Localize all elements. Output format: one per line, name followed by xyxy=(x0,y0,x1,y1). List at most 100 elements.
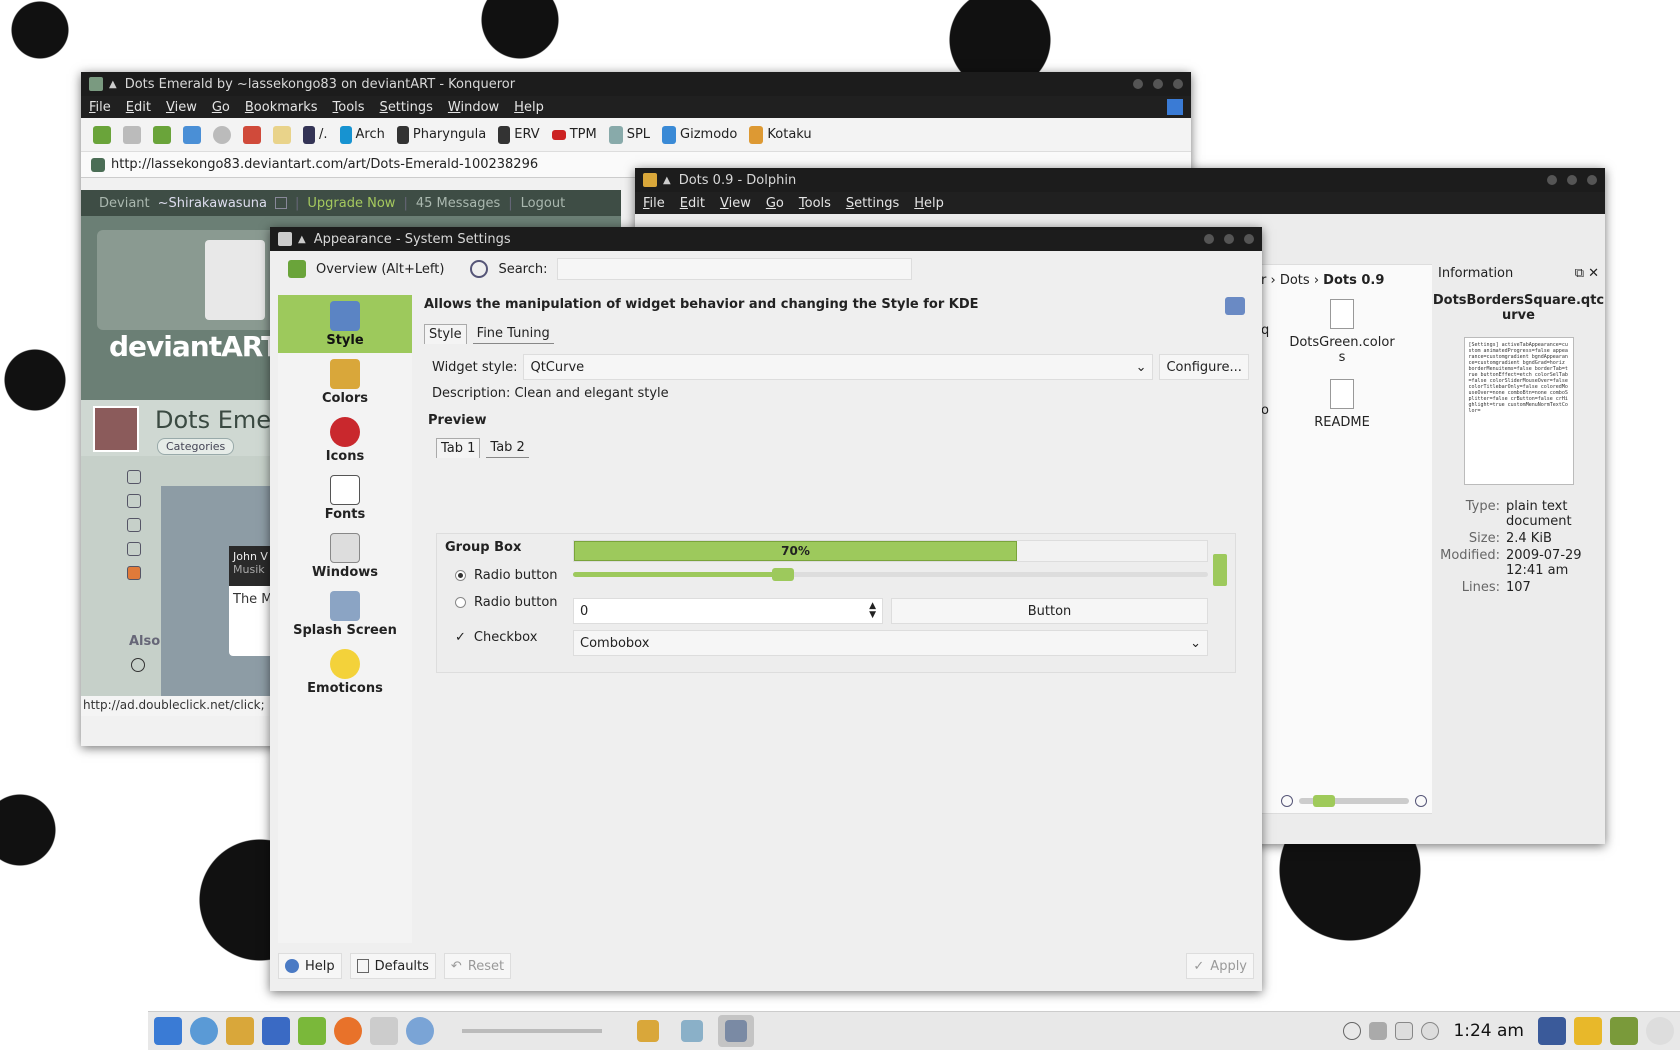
search-input[interactable] xyxy=(557,258,913,280)
defaults-button[interactable]: Defaults xyxy=(349,953,436,979)
trash-icon[interactable] xyxy=(1610,1017,1638,1045)
file-manager-icon[interactable] xyxy=(226,1017,254,1045)
menu-window[interactable]: Window xyxy=(448,100,499,115)
back-icon[interactable] xyxy=(93,125,111,144)
sidebar-item-emoticons[interactable]: Emoticons xyxy=(278,643,412,701)
window-menu-arrow-icon[interactable]: ▲ xyxy=(663,175,671,186)
categories-dropdown[interactable]: Categories xyxy=(157,438,235,455)
overview-button[interactable]: Overview (Alt+Left) xyxy=(316,262,444,277)
vertical-scrollbar[interactable] xyxy=(1213,542,1227,662)
spin-arrows-icon[interactable]: ▲ ▼ xyxy=(869,602,876,620)
music-note-icon[interactable] xyxy=(262,1017,290,1045)
maximize-button[interactable] xyxy=(1224,234,1234,244)
bookmark-gizmodo[interactable]: Gizmodo xyxy=(662,125,737,144)
favourite-icon[interactable] xyxy=(127,494,141,508)
forward-icon[interactable] xyxy=(123,125,141,144)
checkbox[interactable]: ✓ Checkbox xyxy=(455,630,537,645)
menu-edit[interactable]: Edit xyxy=(126,100,151,115)
help-button[interactable]: Help xyxy=(278,953,342,979)
maximize-button[interactable] xyxy=(1153,79,1163,89)
bookmark-pharyngula[interactable]: Pharyngula xyxy=(396,125,486,144)
task-konqueror[interactable] xyxy=(674,1015,710,1047)
partial-file-label[interactable]: q xyxy=(1261,323,1269,338)
chevron-down-icon[interactable] xyxy=(275,197,288,209)
zoom-in-icon[interactable] xyxy=(1415,795,1427,807)
menu-help[interactable]: Help xyxy=(914,196,944,211)
dolphin-titlebar[interactable]: ▲ Dots 0.9 - Dolphin xyxy=(635,168,1605,192)
configure-button[interactable]: Configure... xyxy=(1159,354,1249,380)
sidebar-item-windows[interactable]: Windows xyxy=(278,527,412,585)
breadcrumb-current[interactable]: Dots 0.9 xyxy=(1323,273,1384,288)
tab-fine-tuning[interactable]: Fine Tuning xyxy=(472,324,554,344)
file-item[interactable]: README xyxy=(1287,379,1397,430)
zoom-out-icon[interactable] xyxy=(1281,795,1293,807)
menu-settings[interactable]: Settings xyxy=(846,196,899,211)
menu-bookmarks[interactable]: Bookmarks xyxy=(245,100,318,115)
bookmark-kotaku[interactable]: Kotaku xyxy=(749,125,812,144)
download-icon[interactable] xyxy=(127,566,141,580)
mail-icon[interactable] xyxy=(370,1017,398,1045)
task-system-settings[interactable] xyxy=(718,1015,754,1047)
sidebar-item-colors[interactable]: Colors xyxy=(278,353,412,411)
konqueror-titlebar[interactable]: ▲ Dots Emerald by ~lassekongo83 on devia… xyxy=(81,72,1191,96)
menu-file[interactable]: File xyxy=(643,196,665,211)
back-arrow-icon[interactable] xyxy=(288,260,306,278)
reload-icon[interactable] xyxy=(183,125,201,144)
close-button[interactable] xyxy=(1173,79,1183,89)
radio-button-2[interactable]: Radio button xyxy=(455,595,558,610)
task-dolphin[interactable] xyxy=(630,1015,666,1047)
bookmark-erv[interactable]: ERV xyxy=(498,125,540,144)
menu-edit[interactable]: Edit xyxy=(680,196,705,211)
folder-icon[interactable] xyxy=(273,125,291,144)
network-globe-icon[interactable] xyxy=(190,1017,218,1045)
menu-file[interactable]: File xyxy=(89,100,111,115)
breadcrumb-parent[interactable]: Dots xyxy=(1280,273,1310,288)
menu-tools[interactable]: Tools xyxy=(799,196,831,211)
bookmark-slash[interactable]: /. xyxy=(303,125,328,144)
desktop-icon[interactable] xyxy=(1538,1017,1566,1045)
minimize-button[interactable] xyxy=(1547,175,1557,185)
deviantart-logo[interactable]: deviantART xyxy=(109,330,280,363)
username-link[interactable]: ~Shirakawasuna xyxy=(158,196,267,211)
firefox-icon[interactable] xyxy=(334,1017,362,1045)
menu-tools[interactable]: Tools xyxy=(333,100,365,115)
minimize-button[interactable] xyxy=(1133,79,1143,89)
cashew-icon[interactable] xyxy=(1646,1017,1674,1045)
minimize-button[interactable] xyxy=(1204,234,1214,244)
avatar[interactable] xyxy=(93,406,139,452)
url-text[interactable]: http://lassekongo83.deviantart.com/art/D… xyxy=(111,157,538,172)
sidebar-item-icons[interactable]: Icons xyxy=(278,411,412,469)
menu-go[interactable]: Go xyxy=(766,196,784,211)
upgrade-link[interactable]: Upgrade Now xyxy=(307,196,395,211)
sidebar-item-style[interactable]: Style xyxy=(278,295,412,353)
clock[interactable]: 1:24 am xyxy=(1453,1021,1524,1041)
terminal-icon[interactable] xyxy=(298,1017,326,1045)
spin-box[interactable]: 0 ▲ ▼ xyxy=(573,598,883,624)
close-button[interactable] xyxy=(1244,234,1254,244)
slider-handle[interactable] xyxy=(771,568,794,581)
menu-settings[interactable]: Settings xyxy=(380,100,433,115)
preview-tab-1[interactable]: Tab 1 xyxy=(436,438,481,458)
stop-icon[interactable] xyxy=(213,125,231,144)
comment-icon[interactable] xyxy=(127,542,141,556)
reset-button[interactable]: ↶ Reset xyxy=(443,953,512,979)
bookmark-spl[interactable]: SPL xyxy=(608,125,650,144)
preview-tab-2[interactable]: Tab 2 xyxy=(486,438,529,458)
window-menu-arrow-icon[interactable]: ▲ xyxy=(298,234,306,245)
bookmark-tpm[interactable]: TPM xyxy=(551,127,597,142)
maximize-button[interactable] xyxy=(1567,175,1577,185)
module-help-icon[interactable] xyxy=(1225,297,1245,315)
file-item[interactable]: DotsGreen.colors xyxy=(1287,299,1397,365)
zoom-icon[interactable] xyxy=(127,470,141,484)
window-menu-arrow-icon[interactable]: ▲ xyxy=(109,79,117,90)
power-icon[interactable] xyxy=(1574,1017,1602,1045)
close-button[interactable] xyxy=(1587,175,1597,185)
collect-icon[interactable] xyxy=(127,518,141,532)
apply-button[interactable]: ✓ Apply xyxy=(1186,953,1254,979)
panel-float-close-icons[interactable]: ⧉ ✕ xyxy=(1575,266,1599,281)
widget-style-combo[interactable]: QtCurve ⌄ xyxy=(523,354,1154,380)
preview-combobox[interactable]: Combobox ⌄ xyxy=(573,630,1208,656)
messages-link[interactable]: 45 Messages xyxy=(416,196,500,211)
preview-button[interactable]: Button xyxy=(891,598,1208,624)
home-icon[interactable] xyxy=(243,125,261,144)
